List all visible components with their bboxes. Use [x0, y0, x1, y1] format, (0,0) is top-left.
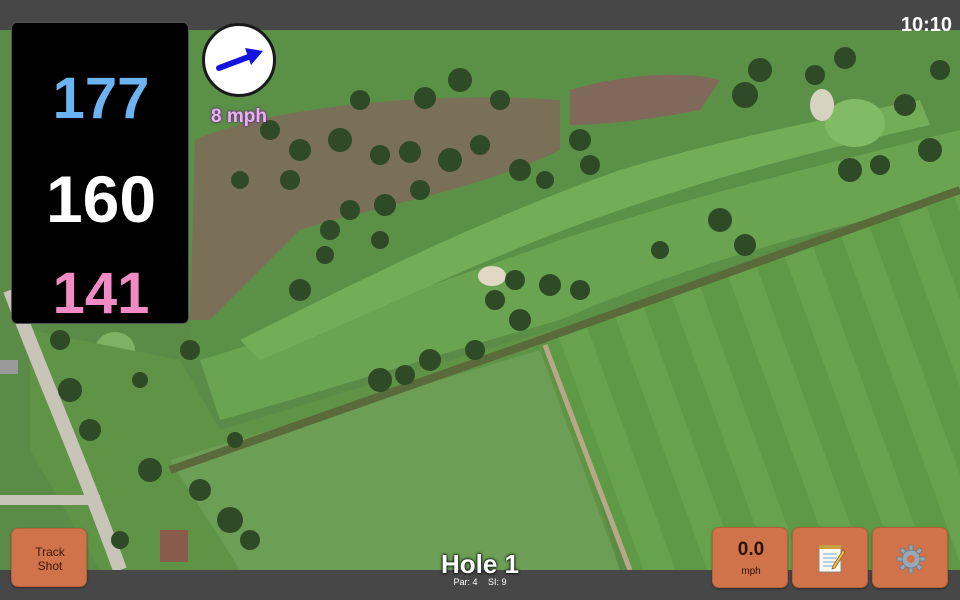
track-shot-label: Track Shot: [12, 545, 88, 573]
back-of-green-distance: 177: [52, 66, 150, 131]
wind-speed-label: 8 mph: [211, 106, 267, 127]
track-shot-button[interactable]: Track Shot: [11, 528, 87, 587]
gear-icon: [896, 544, 926, 574]
hole-title: Hole 1: [440, 549, 520, 579]
speed-button[interactable]: 0.0 mph: [712, 527, 788, 588]
speed-value: 0.0: [737, 539, 765, 560]
hole-par: Par: 4: [453, 577, 478, 587]
status-clock: 10:10: [900, 14, 952, 36]
track-shot-label-line-1: Track: [35, 545, 65, 559]
wind-indicator: [202, 23, 276, 97]
notepad-icon: [818, 545, 846, 573]
track-shot-label-line-2: Shot: [37, 559, 63, 573]
wind-direction-arrow-icon: [216, 48, 263, 71]
hole-info: Par: 4 SI: 9: [380, 577, 580, 587]
hole-stroke-index: SI: 9: [488, 577, 507, 587]
settings-button[interactable]: [872, 527, 948, 588]
front-of-green-distance: 141: [52, 261, 150, 326]
speed-unit: mph: [741, 566, 761, 577]
center-of-green-distance: 160: [45, 162, 157, 236]
distance-panel: 177 160 141: [11, 22, 189, 326]
notes-button[interactable]: [792, 527, 868, 588]
